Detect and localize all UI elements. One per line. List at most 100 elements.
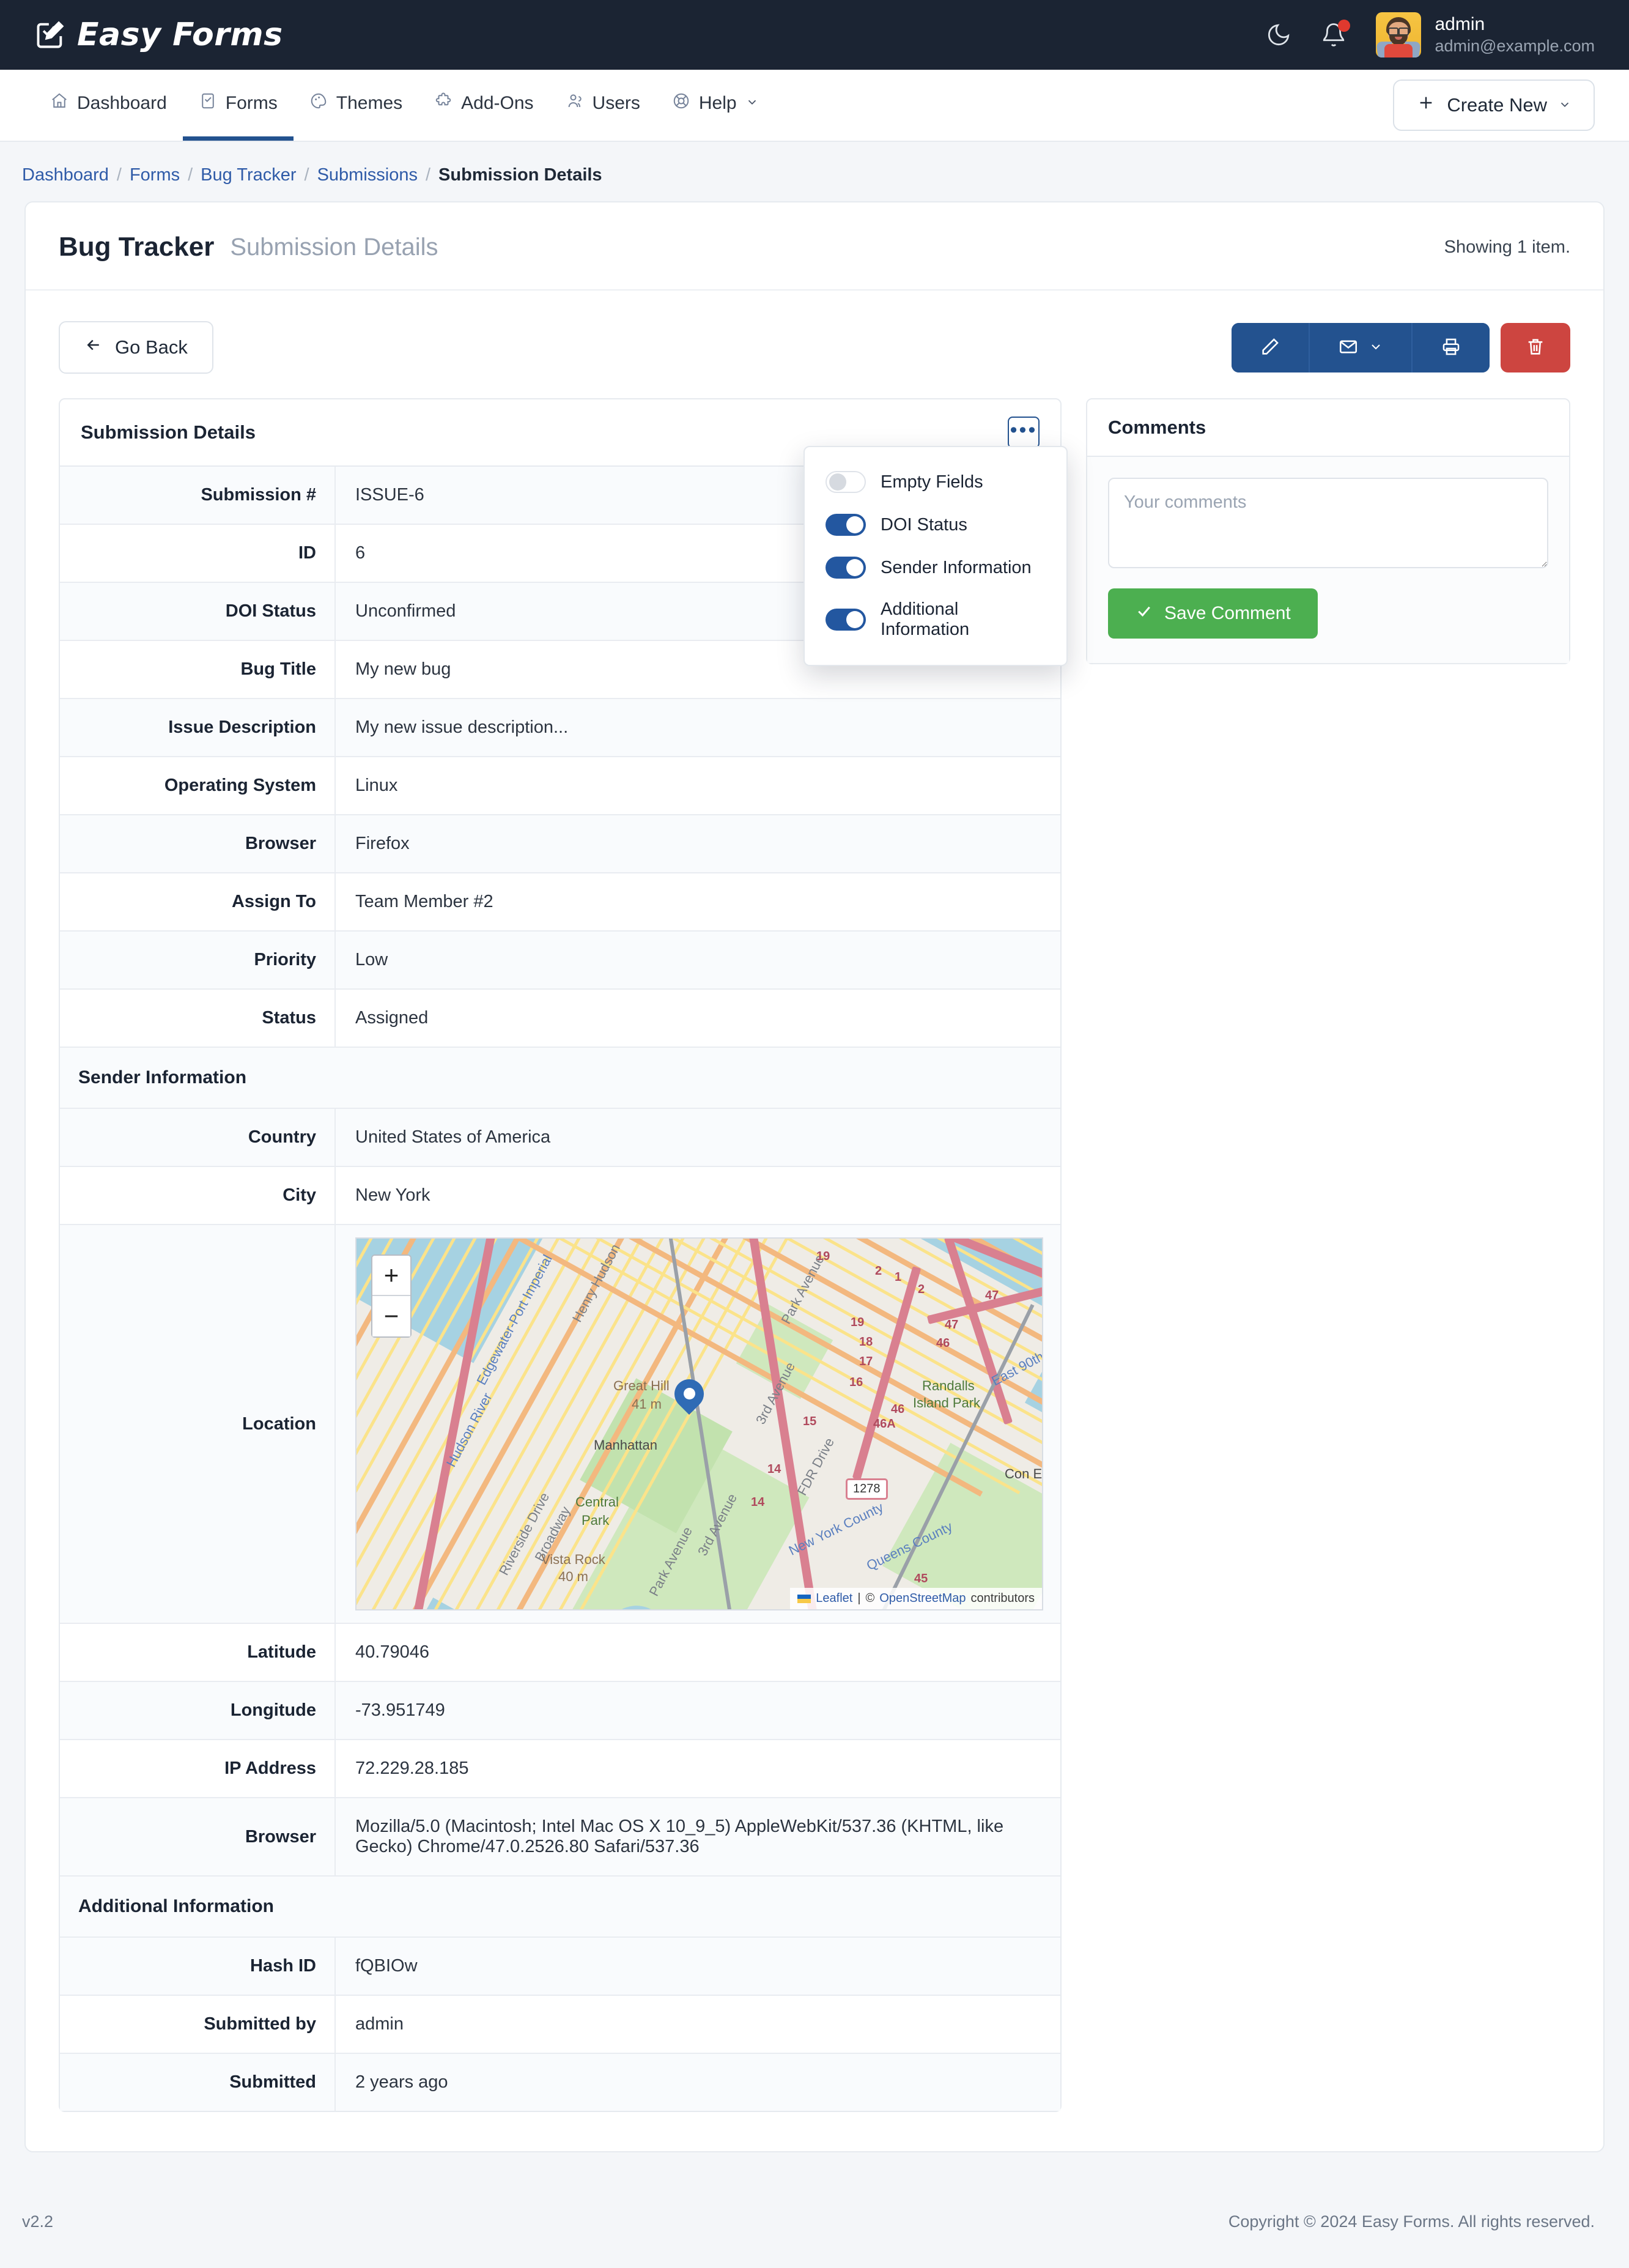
leaflet-flag-icon	[797, 1594, 811, 1603]
table-section-header: Additional Information	[60, 1876, 1060, 1937]
row-value: -73.951749	[355, 1700, 445, 1720]
page-subtitle: Submission Details	[230, 233, 438, 261]
form-edit-icon	[34, 19, 66, 51]
nav-item-themes[interactable]: Themes	[294, 70, 418, 141]
leaflet-link[interactable]: Leaflet	[816, 1592, 852, 1606]
map-zoom-out-button[interactable]: −	[372, 1296, 410, 1336]
table-row: Location Edgewater-Port Imperial Hudson Ri…	[60, 1225, 1060, 1623]
ellipsis-icon[interactable]: •••	[1008, 417, 1040, 448]
nav-item-forms[interactable]: Forms	[182, 70, 294, 141]
plus-icon	[1416, 93, 1436, 117]
table-row: Hash ID fQBIOw	[60, 1937, 1060, 1995]
toggle-empty-fields[interactable]	[826, 471, 866, 493]
map-label: Manhattan	[594, 1437, 657, 1453]
row-label: Operating System	[60, 757, 336, 815]
row-label: Country	[60, 1108, 336, 1166]
top-bar: Easy Forms admin admin@example.com	[0, 0, 1629, 70]
breadcrumb-item-submissions[interactable]: Submissions	[317, 165, 418, 185]
location-map[interactable]: Edgewater-Port Imperial Hudson River Henry…	[355, 1237, 1043, 1610]
showing-count: Showing 1 item.	[1444, 237, 1570, 257]
puzzle-icon	[434, 92, 452, 115]
row-label: IP Address	[60, 1740, 336, 1798]
bell-icon[interactable]	[1321, 20, 1351, 48]
row-label: Submitted	[60, 2053, 336, 2111]
table-row: Operating System Linux	[60, 757, 1060, 815]
nav-item-help[interactable]: Help	[656, 70, 775, 141]
app-version: v2.2	[22, 2212, 54, 2231]
dropdown-item-sender-information[interactable]: Sender Information	[805, 546, 1066, 589]
dropdown-item-doi-status[interactable]: DOI Status	[805, 503, 1066, 546]
toggle-additional-information[interactable]	[826, 609, 866, 631]
moon-icon[interactable]	[1266, 22, 1291, 48]
map-label: Central	[575, 1494, 619, 1510]
nav-label: Users	[592, 92, 640, 113]
openstreetmap-link[interactable]: OpenStreetMap	[879, 1592, 966, 1606]
nav-item-dashboard[interactable]: Dashboard	[34, 70, 183, 141]
palette-icon	[309, 92, 328, 115]
breadcrumb-item-forms[interactable]: Forms	[130, 165, 180, 185]
row-value: Linux	[355, 776, 398, 795]
breadcrumb-separator: /	[188, 165, 193, 185]
row-value: My new issue description...	[355, 717, 569, 737]
breadcrumb-item-bug-tracker[interactable]: Bug Tracker	[201, 165, 296, 185]
breadcrumb-item-dashboard[interactable]: Dashboard	[22, 165, 109, 185]
table-row: Submitted by admin	[60, 1995, 1060, 2053]
action-buttons	[1232, 322, 1570, 372]
map-attribution: Leaflet | © OpenStreetMap contributors	[790, 1588, 1042, 1609]
row-value: 40.79046	[355, 1642, 429, 1662]
map-highway-number: 1	[895, 1270, 902, 1284]
create-new-label: Create New	[1447, 94, 1547, 116]
table-row: City New York	[60, 1166, 1060, 1225]
nav-label: Forms	[225, 92, 278, 113]
email-button[interactable]	[1310, 322, 1413, 372]
arrow-left-icon	[84, 336, 103, 359]
edit-button[interactable]	[1232, 322, 1310, 372]
user-name: admin	[1435, 14, 1485, 35]
map-zoom-in-button[interactable]: +	[372, 1256, 410, 1296]
section-label: Sender Information	[60, 1047, 1060, 1108]
section-label: Additional Information	[60, 1876, 1060, 1937]
comment-input[interactable]	[1108, 478, 1548, 568]
map-highway-number: 15	[803, 1415, 817, 1428]
breadcrumb: Dashboard / Forms / Bug Tracker / Submis…	[0, 142, 1629, 201]
notification-badge	[1338, 20, 1351, 32]
page-body: Go Back Submission Details ••• Submissio…	[26, 291, 1603, 2151]
toggle-doi-status[interactable]	[826, 514, 866, 536]
map-label: Randalls	[922, 1378, 975, 1393]
map-highway-number: 46A	[873, 1417, 896, 1431]
dropdown-item-additional-information[interactable]: Additional Information	[805, 589, 1066, 650]
row-label: City	[60, 1166, 336, 1225]
breadcrumb-separator: /	[425, 165, 431, 185]
page-title: Bug Tracker	[59, 232, 215, 262]
action-row: Go Back	[59, 321, 1570, 374]
users-icon	[566, 92, 584, 115]
create-new-button[interactable]: Create New	[1393, 80, 1595, 131]
brand-logo[interactable]: Easy Forms	[34, 17, 283, 53]
user-menu[interactable]: admin admin@example.com	[1376, 12, 1595, 57]
page-header: Bug Tracker Submission Details Showing 1…	[26, 202, 1603, 291]
map-location-marker[interactable]	[668, 1373, 710, 1420]
breadcrumb-separator: /	[116, 165, 122, 185]
table-row: Assign To Team Member #2	[60, 873, 1060, 931]
nav-item-users[interactable]: Users	[550, 70, 656, 141]
nav-item-add-ons[interactable]: Add-Ons	[418, 70, 549, 141]
go-back-button[interactable]: Go Back	[59, 321, 213, 374]
print-button[interactable]	[1413, 322, 1490, 372]
pencil-icon	[1260, 336, 1280, 359]
envelope-icon	[1338, 336, 1359, 359]
map-label: 40 m	[558, 1569, 588, 1584]
save-comment-button[interactable]: Save Comment	[1108, 588, 1318, 639]
dropdown-item-empty-fields[interactable]: Empty Fields	[805, 461, 1066, 503]
toggle-sender-information[interactable]	[826, 557, 866, 579]
printer-icon	[1441, 336, 1461, 359]
top-bar-right: admin admin@example.com	[1266, 12, 1595, 57]
delete-button[interactable]	[1501, 322, 1570, 372]
row-value: 2 years ago	[355, 2072, 448, 2092]
table-row: Browser Mozilla/5.0 (Macintosh; Intel Mac…	[60, 1798, 1060, 1876]
avatar	[1376, 12, 1422, 57]
dropdown-label: Empty Fields	[881, 472, 983, 492]
submission-details-column: Submission Details ••• Submission # ISSUE…	[59, 398, 1068, 2112]
map-highway-number: 19	[816, 1250, 830, 1263]
row-label: Status	[60, 989, 336, 1047]
primary-button-group	[1232, 322, 1490, 372]
